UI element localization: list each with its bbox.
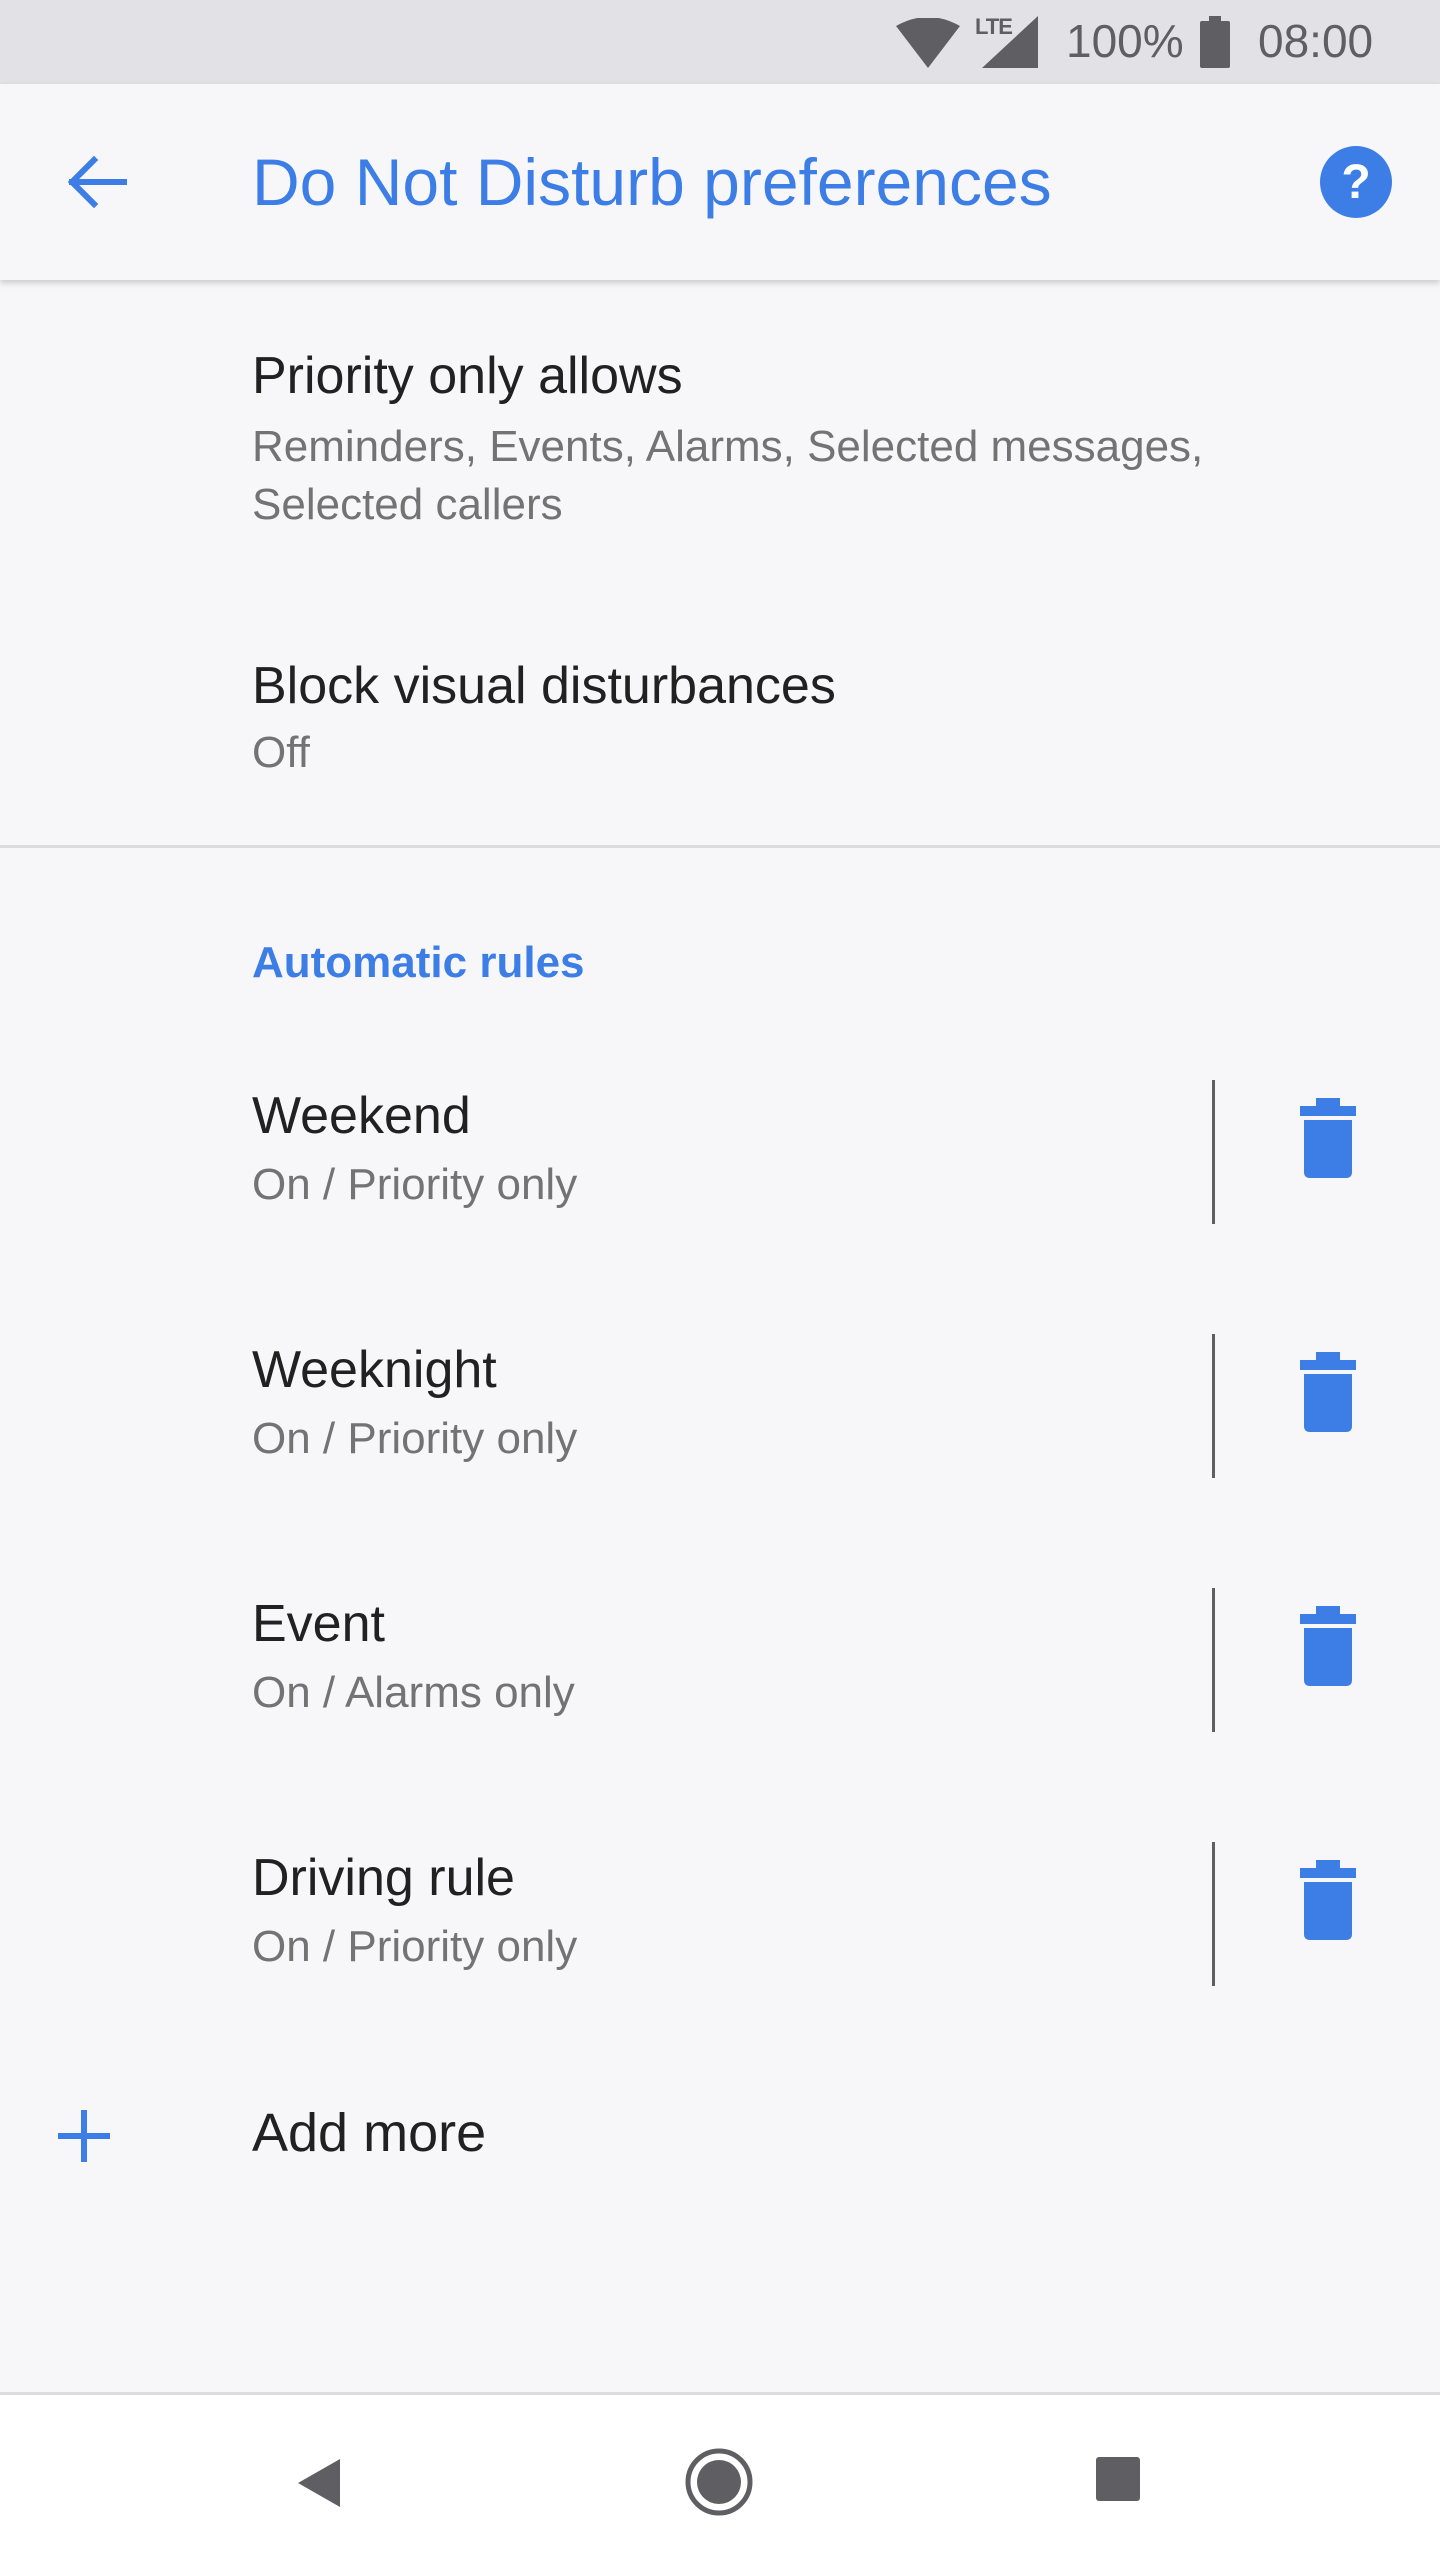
trash-icon [1300,1860,1356,1940]
rule-status: On / Alarms only [252,1668,575,1717]
rule-row-driving-rule[interactable]: Driving rule On / Priority only [0,1784,1440,2038]
status-bar: LTE 100% 08:00 [0,0,1440,84]
rule-status: On / Priority only [252,1160,578,1209]
setting-title: Priority only allows [252,347,683,405]
back-button[interactable] [48,134,144,230]
plus-icon [58,2110,110,2162]
nav-back-icon[interactable] [292,2455,348,2511]
arrow-left-icon [67,155,127,209]
rule-separator [1212,1334,1215,1478]
help-button[interactable]: ? [1316,142,1396,222]
battery-percent: 100% [1066,15,1184,67]
nav-recents-icon[interactable] [1094,2455,1142,2503]
rule-separator [1212,1588,1215,1732]
rule-name: Event [252,1595,385,1653]
setting-summary: Off [252,728,310,777]
wifi-icon [896,18,960,68]
rule-status: On / Priority only [252,1922,578,1971]
rule-name: Driving rule [252,1849,515,1907]
trash-icon [1300,1352,1356,1432]
network-type-label: LTE [975,14,1013,39]
rule-separator [1212,1842,1215,1986]
rule-name: Weekend [252,1087,471,1145]
setting-summary: Reminders, Events, Alarms, Selected mess… [252,422,1204,529]
add-more-label: Add more [252,2103,487,2163]
section-divider [0,845,1440,848]
app-bar: Do Not Disturb preferences ? [0,84,1440,280]
rule-row-weekend[interactable]: Weekend On / Priority only [0,1022,1440,1276]
trash-icon [1300,1606,1356,1686]
page-title: Do Not Disturb preferences [252,145,1052,219]
delete-rule-button[interactable] [1296,1098,1360,1178]
rule-separator [1212,1080,1215,1224]
svg-text:?: ? [1341,156,1370,209]
setting-block-visual-disturbances[interactable]: Block visual disturbances Off [0,600,1440,840]
section-header-automatic-rules: Automatic rules [252,938,585,987]
navigation-bar [0,2392,1440,2563]
rule-status: On / Priority only [252,1414,578,1463]
delete-rule-button[interactable] [1296,1352,1360,1432]
add-more-button[interactable]: Add more [0,2052,1440,2222]
rule-row-event[interactable]: Event On / Alarms only [0,1530,1440,1784]
delete-rule-button[interactable] [1296,1606,1360,1686]
nav-home-icon[interactable] [684,2447,754,2517]
setting-priority-only-allows[interactable]: Priority only allows Reminders, Events, … [0,280,1440,570]
battery-icon [1200,16,1230,68]
setting-title: Block visual disturbances [252,657,836,715]
rule-row-weeknight[interactable]: Weeknight On / Priority only [0,1276,1440,1530]
trash-icon [1300,1098,1356,1178]
clock: 08:00 [1258,15,1374,67]
rule-name: Weeknight [252,1341,497,1399]
delete-rule-button[interactable] [1296,1860,1360,1940]
